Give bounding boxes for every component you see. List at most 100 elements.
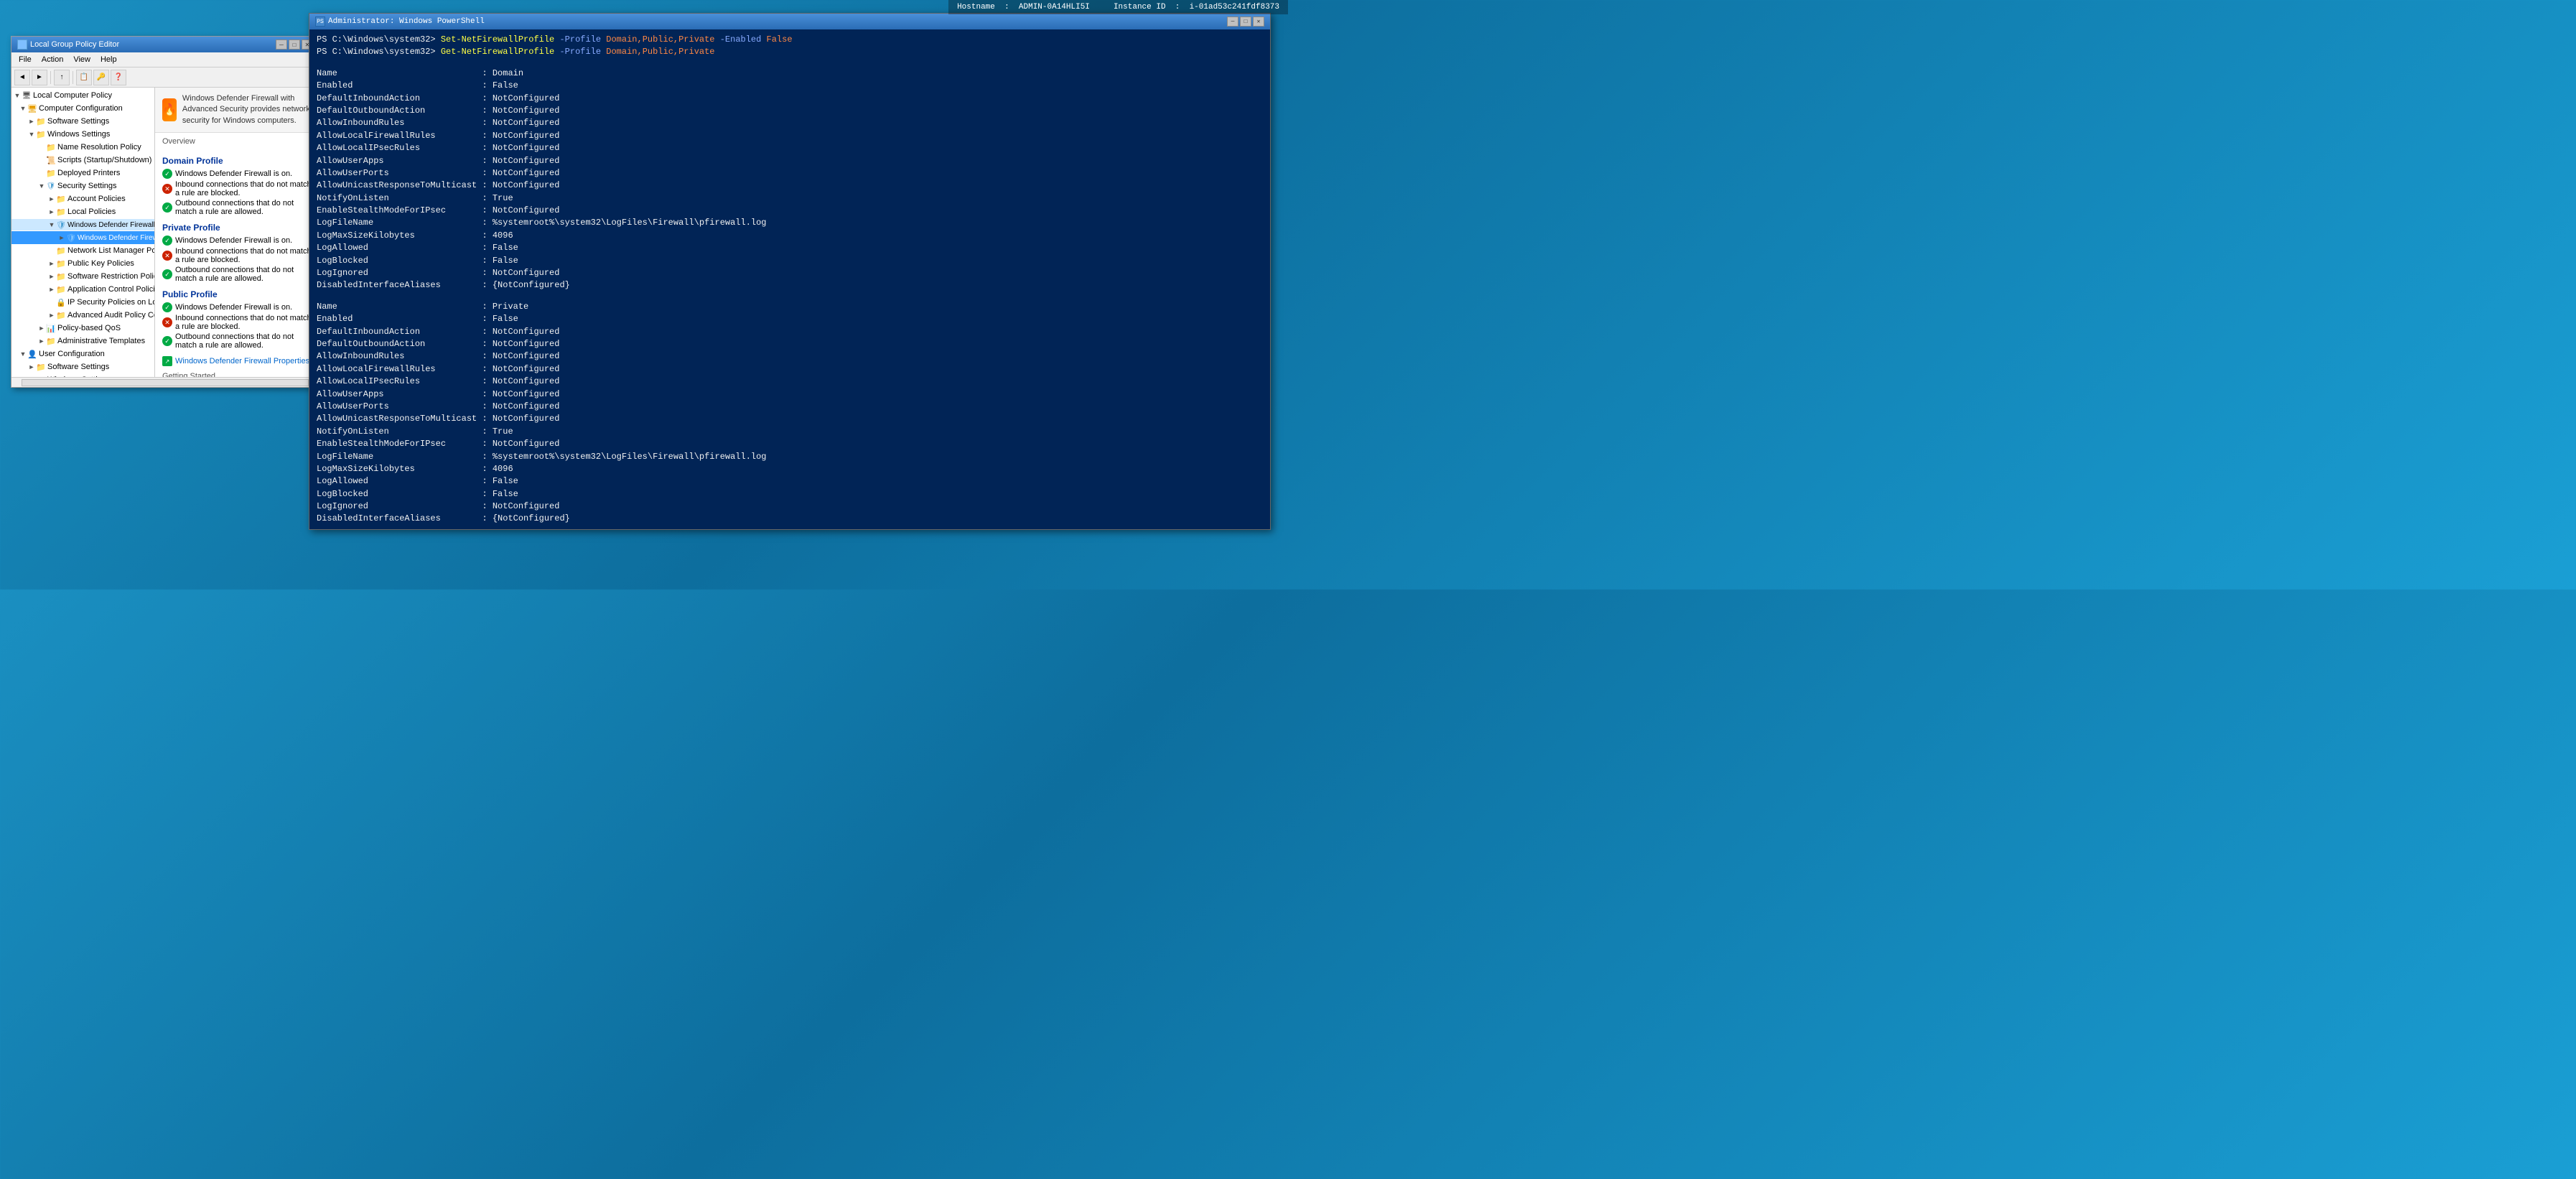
tree-toggle: ▼ bbox=[19, 350, 27, 358]
user-icon: 👤 bbox=[27, 349, 37, 359]
top-info-bar: Hostname : ADMIN-0A14HLI5I Instance ID :… bbox=[948, 0, 1288, 14]
tree-scripts[interactable]: 📜 Scripts (Startup/Shutdown) bbox=[11, 154, 154, 167]
tree-label: Computer Configuration bbox=[39, 104, 123, 113]
domain-item-2: ✕ Inbound connections that do not match … bbox=[162, 180, 312, 198]
folder-icon: 📁 bbox=[46, 142, 56, 152]
tree-toggle: ▼ bbox=[13, 91, 22, 100]
tree-label: User Configuration bbox=[39, 350, 105, 358]
tree-toggle bbox=[37, 169, 46, 177]
tree-account-policies[interactable]: ► 📁 Account Policies bbox=[11, 192, 154, 205]
ps-maximize-button[interactable]: □ bbox=[1240, 17, 1251, 27]
tree-security-settings[interactable]: ▼ 🛡 Security Settings bbox=[11, 180, 154, 192]
menu-view[interactable]: View bbox=[69, 54, 95, 65]
tree-label: Public Key Policies bbox=[67, 259, 134, 268]
tree-network-list[interactable]: 📁 Network List Manager Policies bbox=[11, 244, 154, 257]
ps-output-domain-allowuserapp: AllowUserApps : NotConfigured bbox=[317, 155, 1263, 167]
ps-prompt: PS C:\Windows\system32> bbox=[317, 34, 441, 45]
tree-deployed-printers[interactable]: 📁 Deployed Printers bbox=[11, 167, 154, 180]
tree-label: Software Restriction Policies bbox=[67, 272, 154, 281]
tree-admin-templates[interactable]: ► 📁 Administrative Templates bbox=[11, 335, 154, 348]
tree-label: Local Computer Policy bbox=[33, 91, 112, 100]
lgpe-window: Local Group Policy Editor ─ □ ✕ File Act… bbox=[11, 36, 319, 388]
chart-icon: 📊 bbox=[46, 323, 56, 333]
tree-user-config[interactable]: ▼ 👤 User Configuration bbox=[11, 348, 154, 360]
toolbar-forward-button[interactable]: ► bbox=[32, 70, 47, 85]
firewall-properties-link[interactable]: ↗ Windows Defender Firewall Properties bbox=[155, 353, 319, 369]
instance-value: i-01ad53c241fdf8373 bbox=[1190, 3, 1279, 11]
lgpe-main-content: ▼ 🖥 Local Computer Policy ▼ 🖥 Computer C… bbox=[11, 88, 319, 377]
ps-output-domain-logmax: LogMaxSizeKilobytes : 4096 bbox=[317, 230, 1263, 242]
tree-toggle: ▼ bbox=[47, 220, 56, 229]
ps-cmd: Set-NetFirewallProfile bbox=[441, 34, 554, 45]
tree-app-control[interactable]: ► 📁 Application Control Policies bbox=[11, 283, 154, 296]
tree-advanced-audit[interactable]: ► 📁 Advanced Audit Policy Configuration bbox=[11, 309, 154, 322]
tree-software-restriction[interactable]: ► 📁 Software Restriction Policies bbox=[11, 270, 154, 283]
domain-item-3: ✓ Outbound connections that do not match… bbox=[162, 198, 312, 217]
toolbar-copy-button[interactable]: 📋 bbox=[76, 70, 92, 85]
firewall-header-text: Windows Defender Firewall with Advanced … bbox=[182, 93, 312, 126]
public-item-3-text: Outbound connections that do not match a… bbox=[175, 332, 312, 350]
tree-label: Windows Defender Firewall with Advanced … bbox=[78, 234, 154, 242]
ps-output-domain-logfile: LogFileName : %systemroot%\system32\LogF… bbox=[317, 217, 1263, 229]
toolbar-help-button[interactable]: ❓ bbox=[111, 70, 126, 85]
toolbar-separator-1 bbox=[50, 71, 51, 84]
status-green-icon: ✓ bbox=[162, 169, 172, 179]
tree-toggle bbox=[47, 246, 56, 255]
folder-icon: 📁 bbox=[56, 194, 66, 204]
firewall-folder-icon: 🛡 bbox=[56, 220, 66, 230]
ps-titlebar: PS Administrator: Windows PowerShell ─ □… bbox=[309, 14, 1270, 29]
lgpe-window-controls: ─ □ ✕ bbox=[276, 39, 313, 50]
ps-output-domain-allowuserport: AllowUserPorts : NotConfigured bbox=[317, 167, 1263, 180]
tree-public-key[interactable]: ► 📁 Public Key Policies bbox=[11, 257, 154, 270]
tree-ip-security[interactable]: 🔒 IP Security Policies on Local Computer bbox=[11, 296, 154, 309]
tree-local-computer-policy[interactable]: ▼ 🖥 Local Computer Policy bbox=[11, 89, 154, 102]
tree-toggle: ► bbox=[47, 208, 56, 216]
ps-output-domain-stealth: EnableStealthModeForIPsec : NotConfigure… bbox=[317, 205, 1263, 217]
domain-item-3-text: Outbound connections that do not match a… bbox=[175, 199, 312, 216]
public-profile-section: Public Profile ✓ Windows Defender Firewa… bbox=[155, 286, 319, 353]
firewall-icon: 🛡 bbox=[66, 233, 76, 243]
tree-wdf-selected[interactable]: ► 🛡 Windows Defender Firewall with Advan… bbox=[11, 231, 154, 244]
tree-windows-settings[interactable]: ▼ 📁 Windows Settings bbox=[11, 128, 154, 141]
ps-close-button[interactable]: ✕ bbox=[1253, 17, 1264, 27]
tree-label: Software Settings bbox=[47, 363, 109, 371]
folder-icon: 📁 bbox=[56, 258, 66, 269]
ps-value-3: Domain,Public,Private bbox=[606, 47, 714, 57]
menu-help[interactable]: Help bbox=[96, 54, 121, 65]
ps-value-2: False bbox=[767, 34, 793, 45]
tree-label: Scripts (Startup/Shutdown) bbox=[57, 156, 151, 164]
lgpe-window-icon bbox=[17, 39, 27, 50]
menu-file[interactable]: File bbox=[14, 54, 36, 65]
tree-user-software-settings[interactable]: ► 📁 Software Settings bbox=[11, 360, 154, 373]
toolbar-properties-button[interactable]: 🔑 bbox=[93, 70, 109, 85]
tree-toggle: ▼ bbox=[37, 182, 46, 190]
hostname-value: ADMIN-0A14HLI5I bbox=[1019, 3, 1090, 11]
tree-qos[interactable]: ► 📊 Policy-based QoS bbox=[11, 322, 154, 335]
toolbar-up-button[interactable]: ↑ bbox=[54, 70, 70, 85]
tree-computer-config[interactable]: ▼ 🖥 Computer Configuration bbox=[11, 102, 154, 115]
public-profile-title: Public Profile bbox=[162, 289, 312, 299]
ps-output-private-enabled: Enabled : False bbox=[317, 313, 1263, 325]
toolbar-back-button[interactable]: ◄ bbox=[14, 70, 30, 85]
lgpe-maximize-button[interactable]: □ bbox=[289, 39, 300, 50]
horizontal-scrollbar[interactable] bbox=[22, 379, 309, 386]
tree-software-settings[interactable]: ► 📁 Software Settings bbox=[11, 115, 154, 128]
tree-label: Account Policies bbox=[67, 195, 126, 203]
status-green-icon-6: ✓ bbox=[162, 336, 172, 346]
private-profile-title: Private Profile bbox=[162, 223, 312, 233]
tree-local-policies[interactable]: ► 📁 Local Policies bbox=[11, 205, 154, 218]
ps-output-domain-inbound: DefaultInboundAction : NotConfigured bbox=[317, 93, 1263, 105]
firewall-header-icon: 🔥 bbox=[162, 98, 177, 121]
ps-output-private-unicast: AllowUnicastResponseToMulticast : NotCon… bbox=[317, 413, 1263, 425]
tree-name-resolution[interactable]: 📁 Name Resolution Policy bbox=[11, 141, 154, 154]
domain-item-1-text: Windows Defender Firewall is on. bbox=[175, 169, 292, 178]
ps-param-2: -Enabled bbox=[715, 34, 767, 45]
lgpe-minimize-button[interactable]: ─ bbox=[276, 39, 287, 50]
status-green-icon-3: ✓ bbox=[162, 236, 172, 246]
tree-wdf-security[interactable]: ▼ 🛡 Windows Defender Firewall with Advan… bbox=[11, 218, 154, 231]
ps-blank-3 bbox=[317, 526, 1263, 529]
tree-toggle: ► bbox=[57, 233, 66, 242]
menu-action[interactable]: Action bbox=[37, 54, 68, 65]
ps-minimize-button[interactable]: ─ bbox=[1227, 17, 1238, 27]
ps-window-controls: ─ □ ✕ bbox=[1227, 17, 1264, 27]
